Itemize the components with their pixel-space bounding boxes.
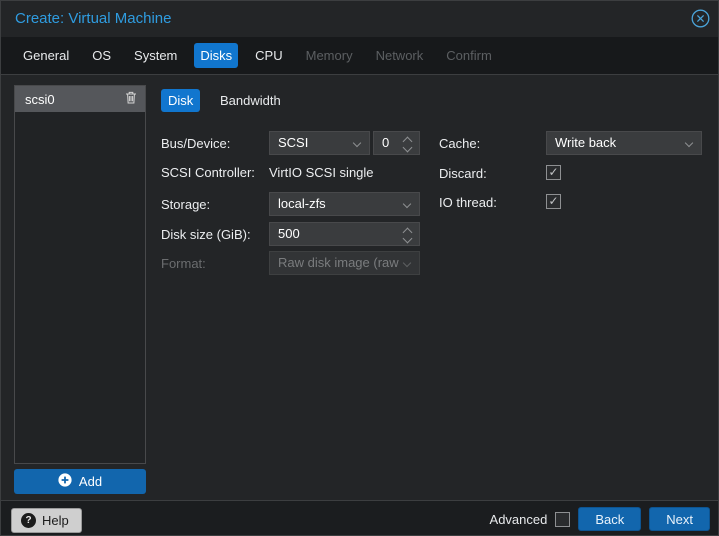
disk-size-label: Disk size (GiB): xyxy=(161,227,251,242)
tab-disks[interactable]: Disks xyxy=(194,43,239,68)
cache-select-value: Write back xyxy=(555,135,617,150)
plus-circle-icon xyxy=(58,473,72,490)
tab-system[interactable]: System xyxy=(128,43,183,68)
back-button[interactable]: Back xyxy=(578,507,642,531)
disk-item-label: scsi0 xyxy=(25,91,55,107)
create-vm-dialog: Create: Virtual Machine General OS Syste… xyxy=(0,0,719,536)
spinner-down-icon[interactable] xyxy=(402,233,413,244)
scsi-controller-value: VirtIO SCSI single xyxy=(269,165,374,180)
storage-select-value: local-zfs xyxy=(278,196,326,211)
format-select-value: Raw disk image (raw xyxy=(278,255,399,270)
advanced-checkbox[interactable] xyxy=(555,511,571,527)
io-thread-checkbox[interactable]: ✓ xyxy=(546,194,561,209)
dialog-footer: ? Help Advanced Back Next xyxy=(1,500,718,535)
tab-os[interactable]: OS xyxy=(86,43,117,68)
spinner-down-icon[interactable] xyxy=(402,142,413,153)
footer-actions: Advanced Back Next xyxy=(490,507,710,531)
close-icon[interactable] xyxy=(691,9,710,28)
bus-select[interactable]: SCSI xyxy=(269,131,370,155)
next-button[interactable]: Next xyxy=(649,507,710,531)
discard-label: Discard: xyxy=(439,166,487,181)
discard-checkbox[interactable]: ✓ xyxy=(546,165,561,180)
tab-memory: Memory xyxy=(305,48,353,63)
disk-list: scsi0 xyxy=(14,85,146,464)
help-button[interactable]: ? Help xyxy=(11,508,82,533)
disk-size-spinner[interactable]: 500 xyxy=(269,222,420,246)
dialog-title: Create: Virtual Machine xyxy=(15,10,172,27)
chevron-down-icon xyxy=(402,258,412,268)
dialog-titlebar: Create: Virtual Machine xyxy=(1,1,718,37)
format-select: Raw disk image (raw xyxy=(269,251,420,275)
format-label: Format: xyxy=(161,256,206,271)
chevron-down-icon xyxy=(352,138,362,148)
bus-device-label: Bus/Device: xyxy=(161,136,231,151)
cache-select[interactable]: Write back xyxy=(546,131,702,155)
help-button-label: Help xyxy=(42,513,69,528)
tab-general[interactable]: General xyxy=(17,43,75,68)
io-thread-label: IO thread: xyxy=(439,195,497,210)
tab-disk[interactable]: Disk xyxy=(161,89,201,112)
trash-icon[interactable] xyxy=(125,91,137,107)
storage-select[interactable]: local-zfs xyxy=(269,192,420,216)
add-disk-button[interactable]: Add xyxy=(14,469,146,494)
bus-number-value: 0 xyxy=(382,135,390,150)
bus-select-value: SCSI xyxy=(278,135,309,150)
chevron-down-icon xyxy=(402,199,412,209)
cache-label: Cache: xyxy=(439,136,481,151)
disk-list-item-scsi0[interactable]: scsi0 xyxy=(15,86,145,112)
disk-size-value: 500 xyxy=(278,226,300,241)
add-button-label: Add xyxy=(78,474,103,489)
wizard-tab-bar: General OS System Disks CPU Memory Netwo… xyxy=(1,37,718,75)
storage-label: Storage: xyxy=(161,197,211,212)
scsi-controller-label: SCSI Controller: xyxy=(161,165,255,180)
tab-cpu[interactable]: CPU xyxy=(249,43,288,68)
tab-confirm: Confirm xyxy=(446,48,492,63)
chevron-down-icon xyxy=(684,138,694,148)
disks-panel: scsi0 Add Disk Bandwidth Bus/Device: SCS… xyxy=(1,75,718,500)
bus-number-spinner[interactable]: 0 xyxy=(373,131,420,155)
advanced-label: Advanced xyxy=(489,511,548,527)
question-circle-icon: ? xyxy=(21,513,36,528)
tab-network: Network xyxy=(375,48,424,63)
tab-bandwidth[interactable]: Bandwidth xyxy=(213,89,288,112)
